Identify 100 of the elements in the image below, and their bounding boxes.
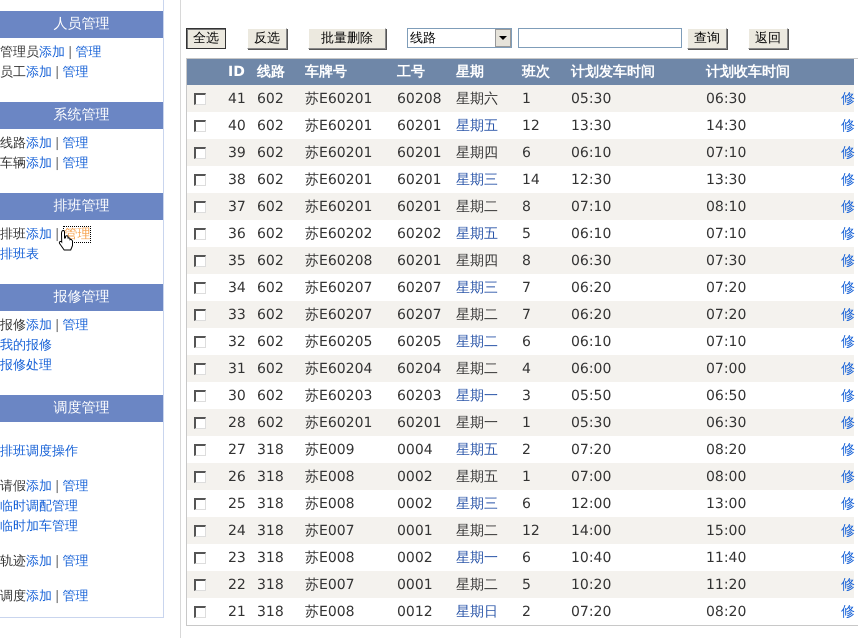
table-cell: 602: [250, 220, 298, 247]
table-cell: 0001: [390, 517, 449, 544]
table-cell: 10:20: [564, 571, 699, 598]
table-cell: 07:20: [699, 301, 834, 328]
table-cell: 苏E008: [298, 463, 390, 490]
separator-text: |: [68, 45, 72, 60]
invert-selection-button[interactable]: 反选: [247, 28, 287, 48]
menu-link[interactable]: 报修处理: [0, 358, 52, 373]
table-cell: 37: [221, 193, 250, 220]
menu-link[interactable]: 临时加车管理: [0, 519, 78, 534]
row-checkbox[interactable]: [194, 606, 206, 618]
table-cell: 苏E60204: [298, 355, 390, 382]
table-cell: 星期一: [449, 409, 515, 436]
row-checkbox[interactable]: [194, 254, 206, 267]
edit-link[interactable]: 修: [841, 604, 855, 620]
row-checkbox[interactable]: [194, 578, 206, 591]
table-cell: 星期五: [449, 220, 515, 247]
menu-link[interactable]: 排班表: [0, 247, 39, 262]
row-checkbox[interactable]: [194, 390, 206, 402]
table-cell: 39: [221, 139, 250, 166]
menu-link[interactable]: 管理: [62, 554, 88, 569]
menu-link[interactable]: 管理: [62, 589, 88, 604]
select-all-button[interactable]: 全选: [186, 28, 226, 48]
menu-link[interactable]: 添加: [39, 45, 65, 60]
table-cell: 苏E60205: [298, 328, 390, 355]
field-dropdown[interactable]: 线路: [407, 28, 512, 48]
row-checkbox[interactable]: [194, 498, 206, 510]
edit-link[interactable]: 修: [841, 334, 855, 350]
menu-link[interactable]: 添加: [26, 227, 52, 242]
search-field[interactable]: [518, 28, 682, 48]
row-checkbox[interactable]: [194, 524, 206, 537]
menu-link[interactable]: 管理: [62, 156, 88, 171]
row-checkbox[interactable]: [194, 282, 206, 294]
table-cell: 05:30: [564, 409, 699, 436]
back-button[interactable]: 返回: [748, 28, 788, 48]
menu-link[interactable]: 我的报修: [0, 338, 52, 353]
edit-link[interactable]: 修: [841, 442, 855, 458]
edit-link[interactable]: 修: [841, 388, 855, 404]
row-checkbox[interactable]: [194, 444, 206, 456]
menu-link[interactable]: 添加: [26, 156, 52, 171]
row-checkbox[interactable]: [194, 200, 206, 213]
separator-text: |: [55, 136, 60, 151]
query-button[interactable]: 查询: [687, 28, 727, 48]
row-checkbox[interactable]: [194, 308, 206, 321]
menu-link[interactable]: 管理: [62, 479, 88, 494]
menu-link[interactable]: 添加: [26, 554, 52, 569]
column-header: 车牌号: [298, 59, 390, 85]
section-header: 调度管理: [0, 395, 163, 422]
row-checkbox[interactable]: [194, 416, 206, 429]
table-cell: 60201: [390, 166, 449, 193]
table-cell: 苏E60201: [298, 139, 390, 166]
table-cell: 35: [221, 247, 250, 274]
edit-link[interactable]: 修: [841, 280, 855, 296]
table-cell: 06:10: [564, 220, 699, 247]
row-checkbox[interactable]: [194, 120, 206, 132]
section-header: 人员管理: [0, 11, 163, 38]
table-cell: 4: [515, 355, 564, 382]
batch-delete-button[interactable]: 批量删除: [308, 28, 386, 48]
menu-link[interactable]: 临时调配管理: [0, 499, 78, 514]
table-cell: 06:00: [564, 355, 699, 382]
table-cell: 06:30: [564, 247, 699, 274]
edit-link[interactable]: 修: [841, 172, 855, 188]
row-checkbox[interactable]: [194, 362, 206, 375]
row-checkbox[interactable]: [194, 228, 206, 240]
row-checkbox[interactable]: [194, 174, 206, 186]
menu-link[interactable]: 排班调度操作: [0, 444, 78, 459]
table-cell: 318: [250, 517, 298, 544]
menu-link[interactable]: 添加: [26, 589, 52, 604]
table-cell: 06:30: [699, 409, 834, 436]
row-checkbox[interactable]: [194, 336, 206, 348]
edit-link[interactable]: 修: [841, 226, 855, 242]
table-cell: 苏E60202: [298, 220, 390, 247]
row-checkbox[interactable]: [194, 552, 206, 564]
edit-link[interactable]: 修: [841, 118, 855, 134]
row-checkbox[interactable]: [194, 146, 206, 159]
menu-link[interactable]: 添加: [26, 65, 52, 80]
table-cell: 6: [515, 328, 564, 355]
menu-link[interactable]: 添加: [26, 479, 52, 494]
edit-link[interactable]: 修: [841, 496, 855, 512]
edit-link[interactable]: 修: [841, 550, 855, 566]
table-cell: 05:50: [564, 382, 699, 409]
table-cell: 1: [515, 409, 564, 436]
row-checkbox[interactable]: [194, 470, 206, 483]
separator-text: |: [55, 479, 60, 494]
table-cell: 23: [221, 544, 250, 571]
row-checkbox[interactable]: [194, 92, 206, 105]
table-cell: 602: [250, 193, 298, 220]
menu-link[interactable]: 管理: [75, 45, 102, 60]
menu-link[interactable]: 管理: [62, 318, 88, 333]
table-cell: 32: [221, 328, 250, 355]
menu-link[interactable]: 添加: [26, 318, 52, 333]
menu-link[interactable]: 管理: [62, 136, 88, 151]
table-cell: 22: [221, 571, 250, 598]
table-cell: 26: [221, 463, 250, 490]
table-cell: 36: [221, 220, 250, 247]
table-cell: 318: [250, 598, 298, 625]
table-cell: 苏E009: [298, 436, 390, 463]
menu-link[interactable]: 添加: [26, 136, 52, 151]
menu-link[interactable]: 管理: [62, 65, 88, 80]
table-cell: 0001: [390, 571, 449, 598]
